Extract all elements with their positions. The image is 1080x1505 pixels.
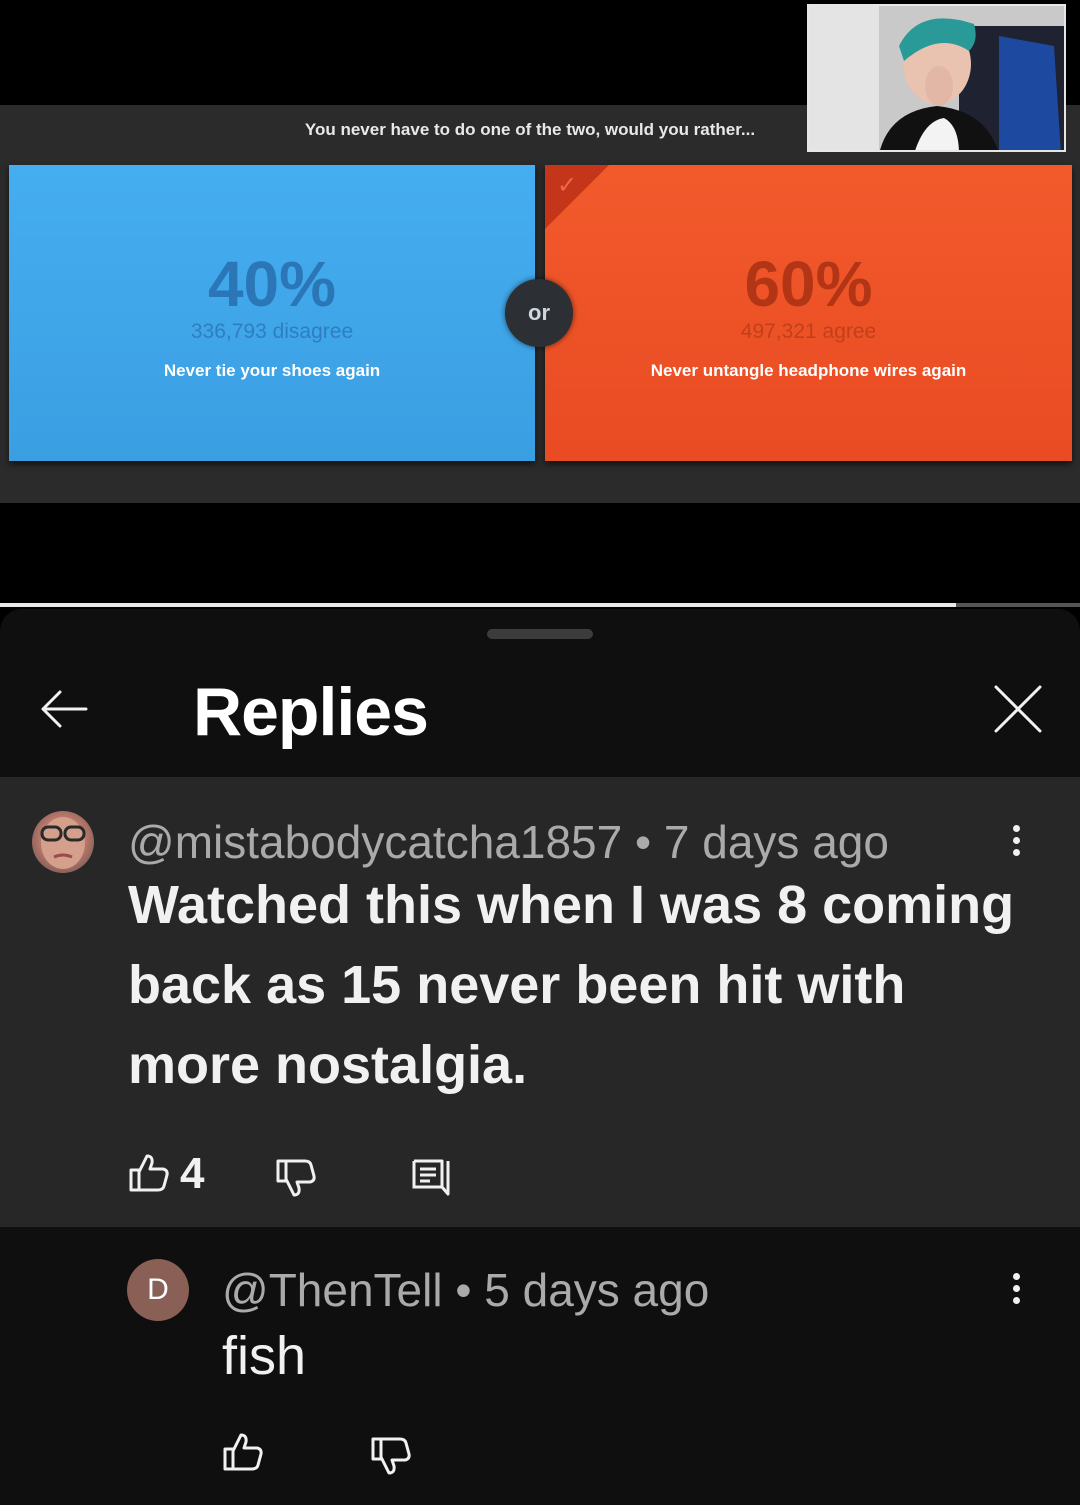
comment-time: 7 days ago — [663, 816, 889, 868]
like-count: 4 — [180, 1149, 205, 1198]
thumb-down-icon[interactable] — [275, 1157, 317, 1199]
video-progress-fill — [0, 603, 956, 607]
reply-comment: D @ThenTell • 5 days ago fish — [0, 1227, 1080, 1505]
replies-header: Replies — [0, 659, 1080, 777]
comment-text: Watched this when I was 8 coming back as… — [128, 875, 1015, 1095]
reply-icon[interactable] — [410, 1157, 452, 1199]
arrow-left-icon[interactable] — [36, 681, 92, 737]
right-option-text: Never untangle headphone wires again — [650, 361, 967, 380]
drag-handle[interactable] — [487, 629, 593, 639]
or-badge: or — [505, 279, 573, 347]
reply-author[interactable]: @ThenTell — [222, 1264, 443, 1316]
thumb-up-icon[interactable] — [128, 1152, 170, 1194]
parent-comment: @mistabodycatcha1857 • 7 days ago Watche… — [0, 777, 1080, 1227]
left-count: 336,793 disagree — [190, 320, 354, 343]
reply-time: 5 days ago — [484, 1264, 710, 1316]
right-count: 497,321 agree — [740, 320, 877, 343]
reply-meta: @ThenTell • 5 days ago — [222, 1263, 709, 1317]
thumb-down-icon[interactable] — [370, 1435, 412, 1477]
thumb-up-icon[interactable] — [222, 1431, 264, 1473]
more-vert-icon[interactable] — [1006, 825, 1026, 865]
checkmark-icon: ✓ — [557, 172, 578, 199]
meta-separator: • — [455, 1264, 472, 1316]
replies-panel: Replies @mistabodycatcha1857 • 7 days ag… — [0, 609, 1080, 1505]
reply-text: fish — [222, 1326, 307, 1386]
poll-option-right: ✓ 60% 497,321 agree Never untangle headp… — [545, 165, 1072, 461]
poll-option-left: 40% 336,793 disagree Never tie your shoe… — [9, 165, 535, 461]
left-option-text: Never tie your shoes again — [163, 361, 381, 380]
webcam-overlay — [807, 4, 1066, 152]
video-progress-bar[interactable] — [0, 603, 1080, 607]
close-icon[interactable] — [990, 681, 1046, 737]
comment-meta: @mistabodycatcha1857 • 7 days ago — [128, 815, 889, 869]
avatar[interactable]: D — [127, 1259, 189, 1321]
comment-author[interactable]: @mistabodycatcha1857 — [128, 816, 622, 868]
more-vert-icon[interactable] — [1006, 1273, 1026, 1313]
avatar[interactable] — [32, 811, 94, 873]
replies-title: Replies — [193, 674, 429, 750]
meta-separator: • — [635, 816, 652, 868]
left-percent: 40% — [207, 248, 337, 320]
video-player[interactable]: You never have to do one of the two, wou… — [0, 0, 1080, 607]
right-percent: 60% — [744, 248, 873, 320]
